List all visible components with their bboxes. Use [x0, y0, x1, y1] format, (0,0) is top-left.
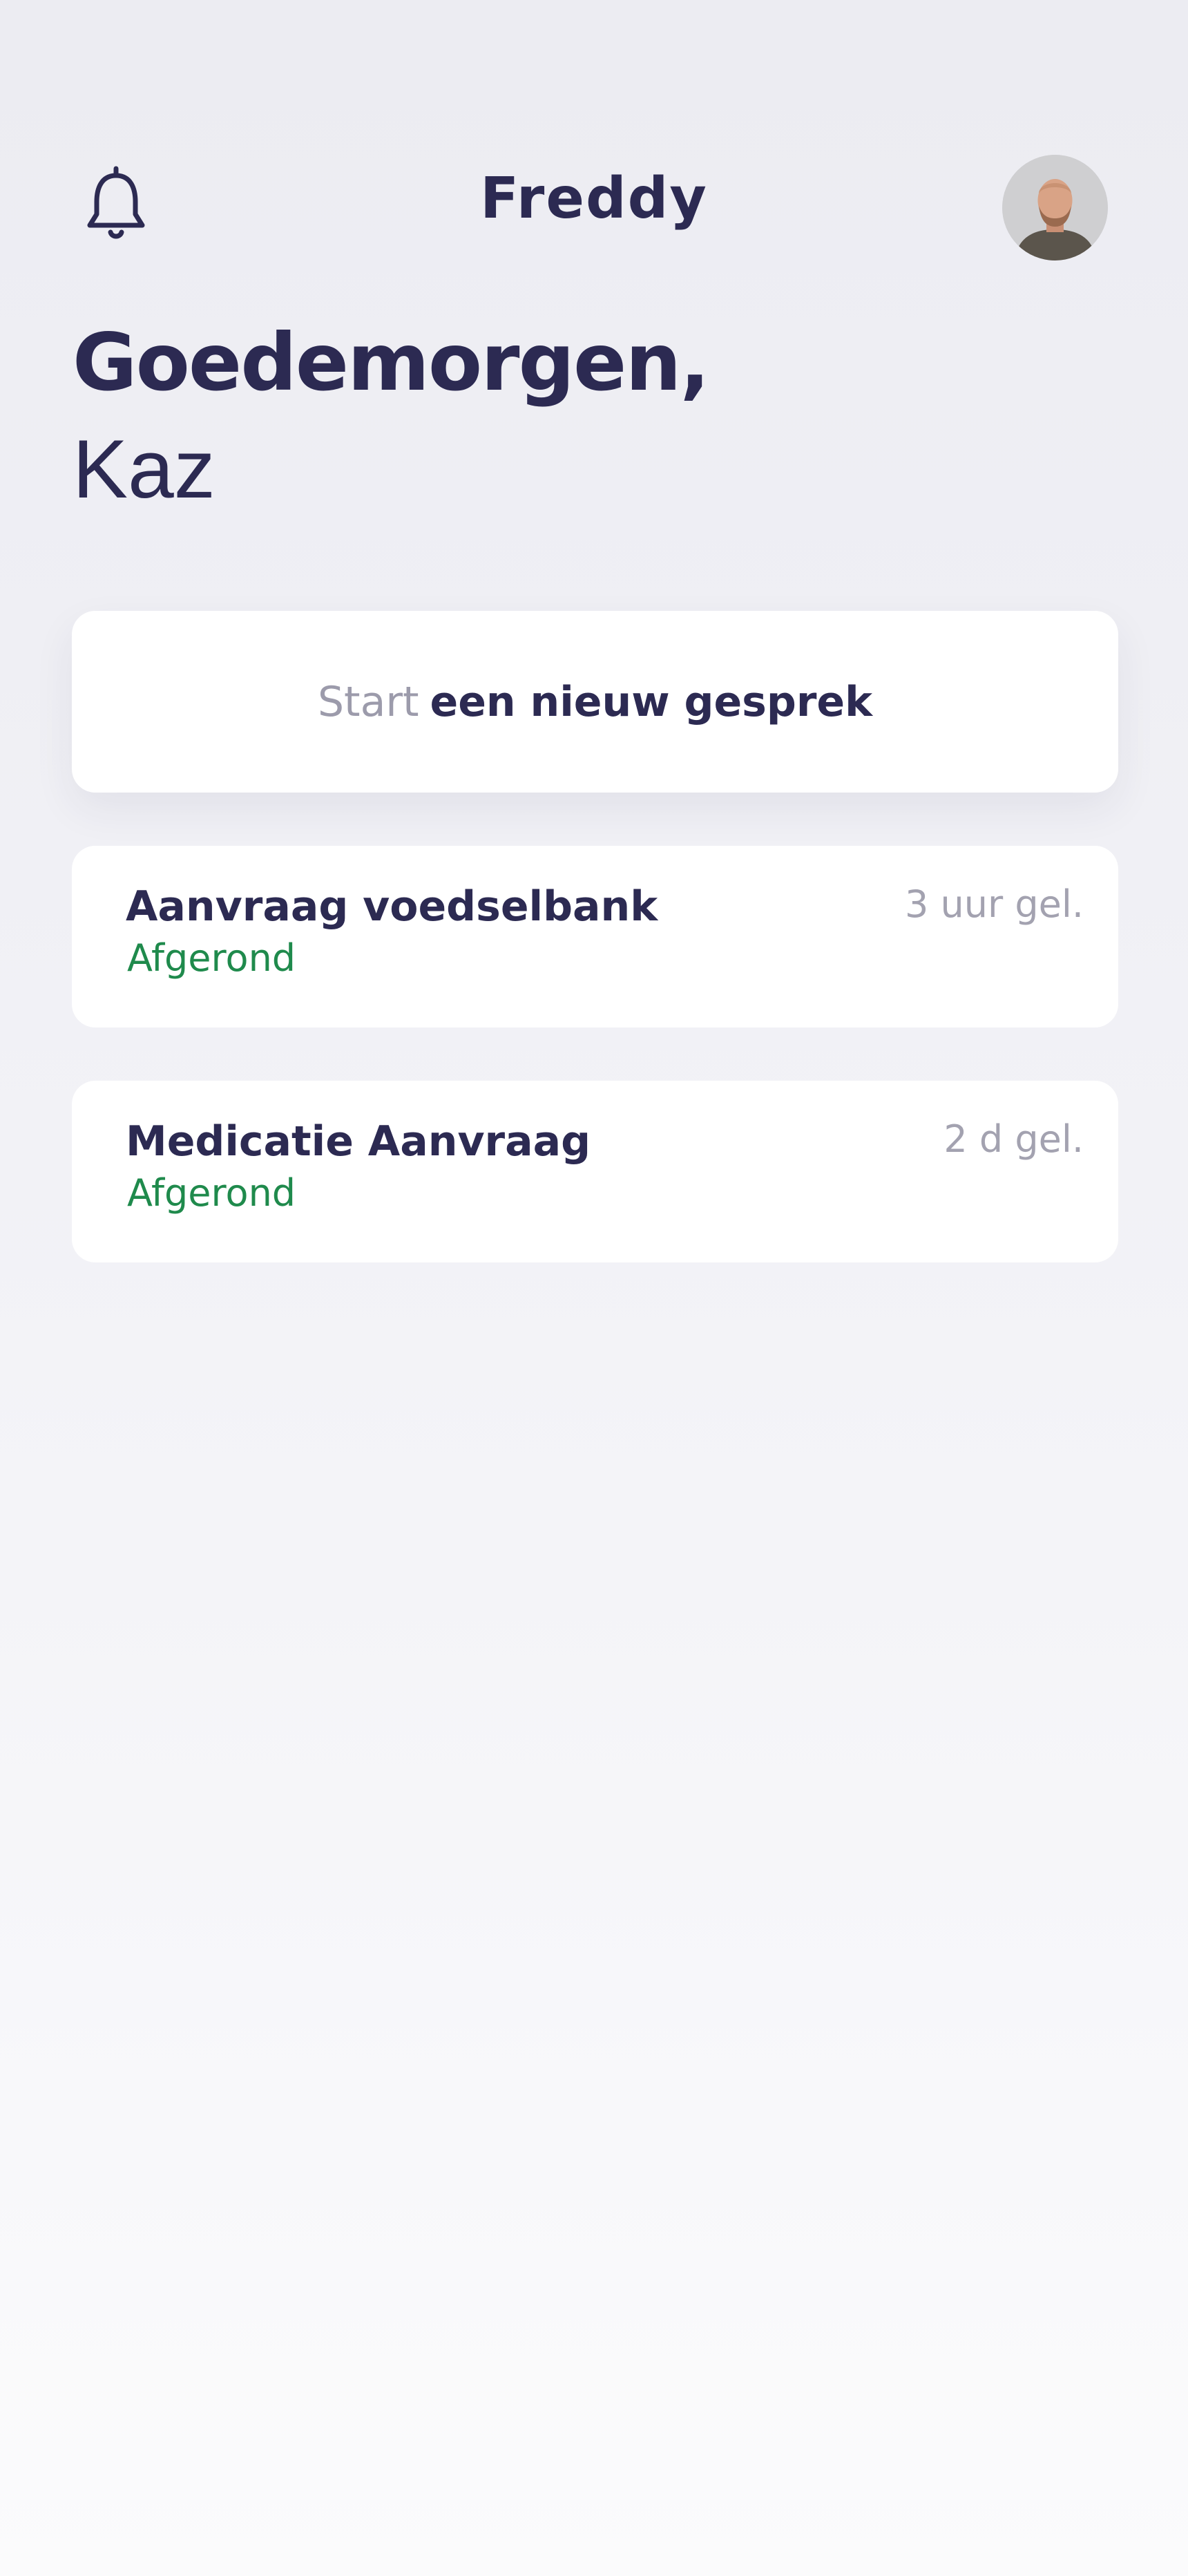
conversation-card[interactable]: Aanvraag voedselbank Afgerond 3 uur gel.	[72, 846, 1118, 1027]
person-icon	[1002, 155, 1108, 261]
conversation-title: Aanvraag voedselbank	[126, 882, 658, 931]
top-bar: Freddy	[0, 0, 1188, 276]
conversation-time: 2 d gel.	[943, 1117, 1084, 1161]
greeting-title: Goedemorgen,	[73, 316, 710, 408]
conversation-time: 3 uur gel.	[904, 882, 1084, 926]
conversation-card[interactable]: Medicatie Aanvraag Afgerond 2 d gel.	[72, 1081, 1118, 1262]
new-conversation-label: een nieuw gesprek	[430, 677, 873, 726]
new-conversation-button[interactable]: Start een nieuw gesprek	[72, 611, 1118, 793]
new-conversation-prefix: Start	[317, 677, 419, 726]
conversation-status: Afgerond	[127, 936, 296, 980]
profile-avatar[interactable]	[1002, 155, 1108, 261]
user-name: Kaz	[73, 423, 215, 515]
conversation-status: Afgerond	[127, 1171, 296, 1215]
conversation-title: Medicatie Aanvraag	[126, 1117, 591, 1166]
